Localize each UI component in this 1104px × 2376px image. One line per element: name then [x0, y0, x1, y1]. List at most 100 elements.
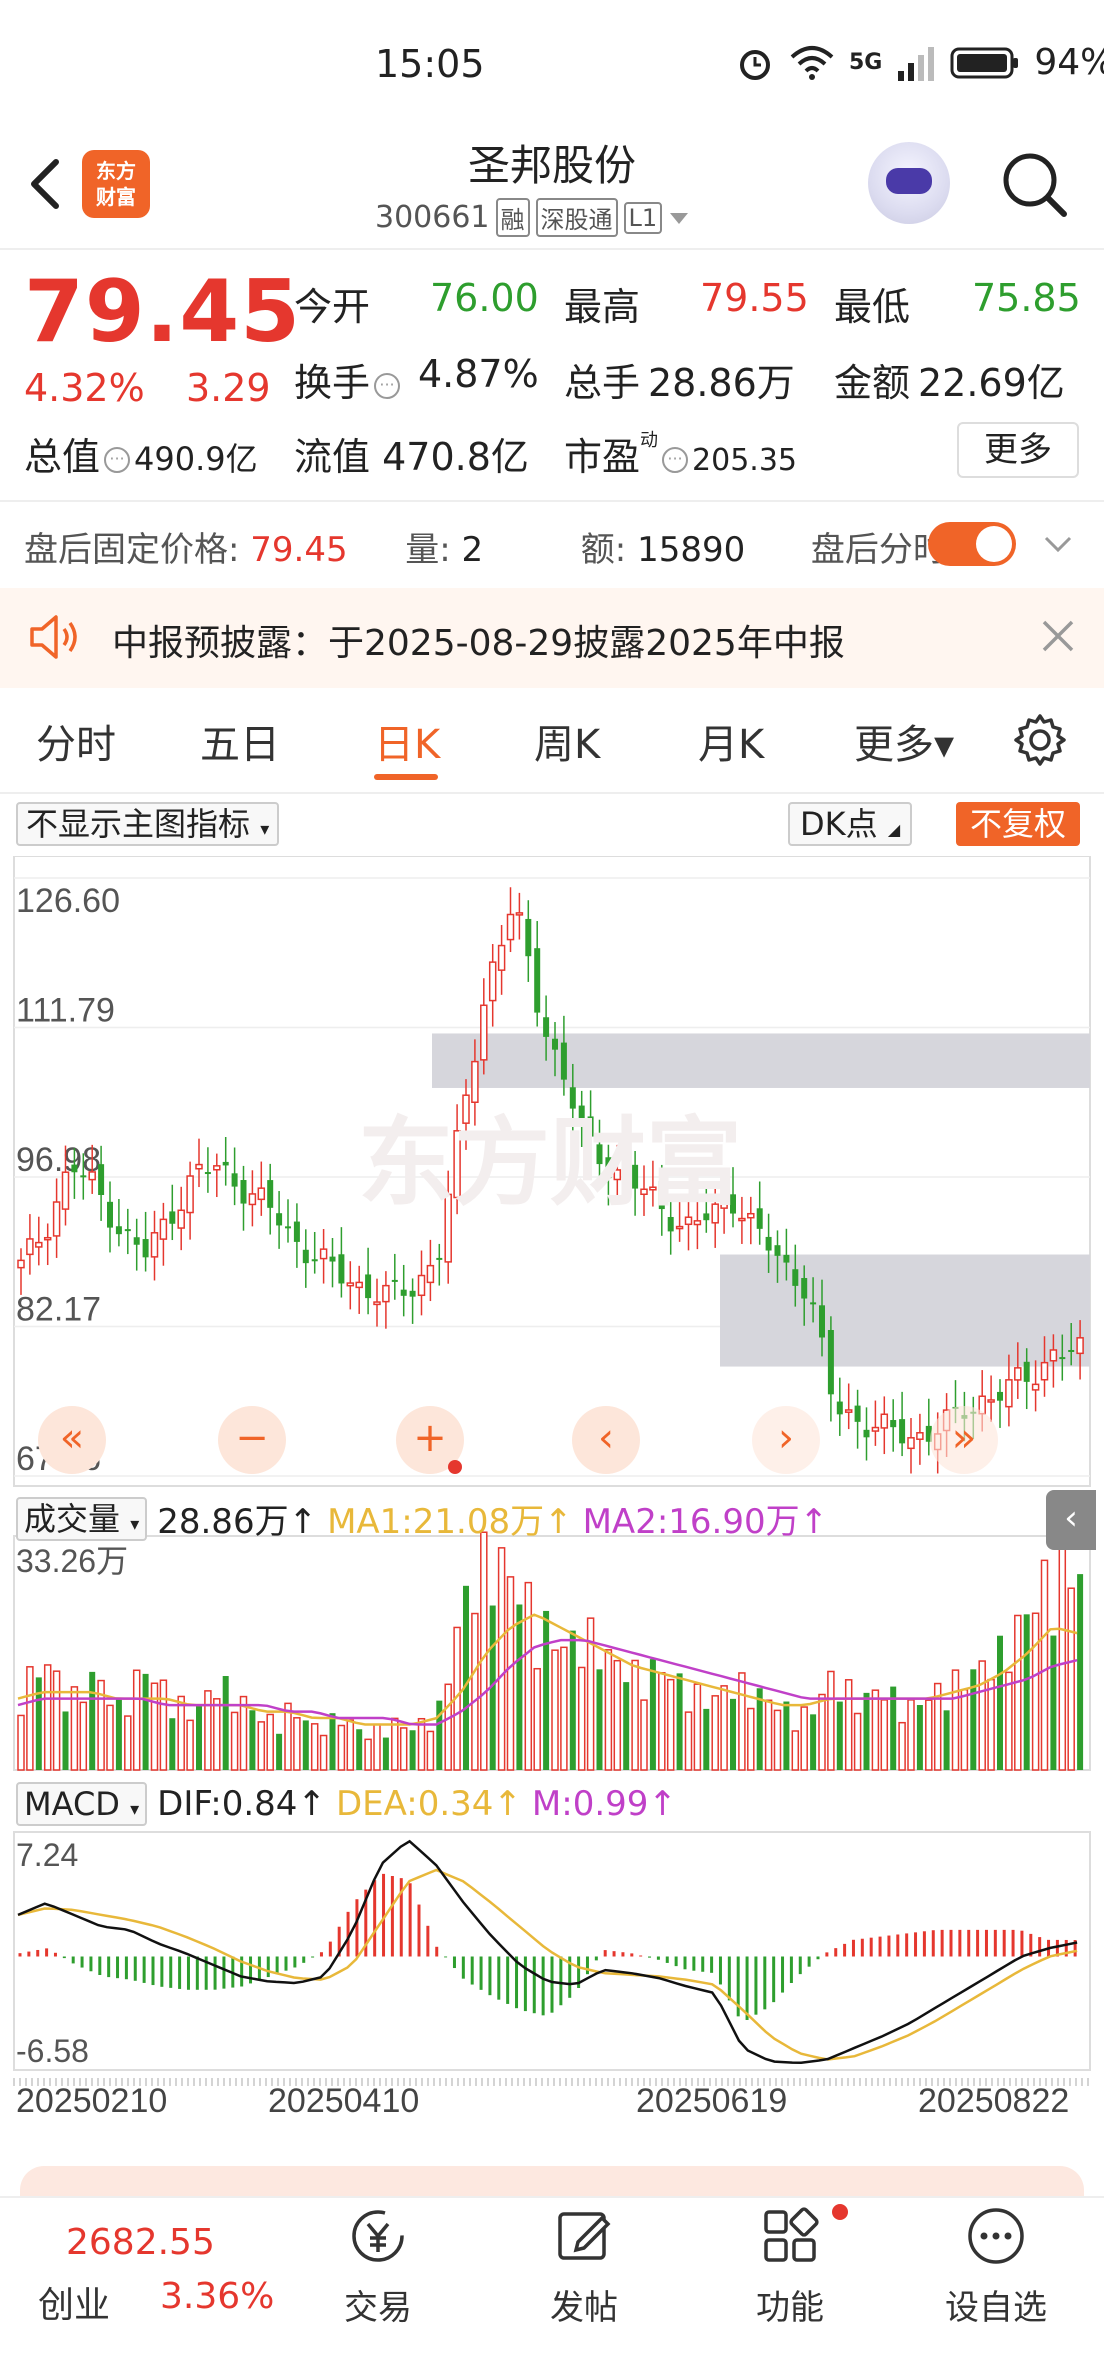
- volume-bar: [159, 1679, 168, 1771]
- macd-y-tick: 7.24: [16, 1837, 78, 1873]
- more-button[interactable]: 更多: [957, 422, 1079, 478]
- volume-bar: [640, 1699, 648, 1771]
- candle-body: [293, 1221, 300, 1242]
- tag-margin: 融: [495, 198, 530, 237]
- macd-indicator-select[interactable]: MACD ▾: [16, 1782, 148, 1826]
- scroll-left-fast-button[interactable]: «: [38, 1406, 106, 1474]
- candle-body: [417, 1274, 426, 1297]
- tab-intraday[interactable]: 分时: [36, 712, 116, 770]
- info-icon[interactable]: ···: [662, 446, 689, 473]
- nav-trade-label: 交易: [344, 2288, 412, 2328]
- volume-chart[interactable]: 33.26万: [13, 1531, 1091, 1771]
- scroll-right-fast-button[interactable]: »: [930, 1406, 998, 1474]
- candle-body: [756, 1208, 763, 1229]
- side-panel-toggle[interactable]: ‹: [1046, 1490, 1096, 1550]
- index-percent[interactable]: 3.36%: [160, 2276, 274, 2317]
- candle-body: [355, 1281, 363, 1289]
- volume-bar: [987, 1678, 995, 1771]
- macd-chart[interactable]: 7.24 -6.58 20250210 20250410 20250619 2025082…: [13, 1831, 1091, 2120]
- search-icon[interactable]: [998, 148, 1070, 220]
- candle-body: [827, 1330, 834, 1395]
- candle-body: [186, 1175, 194, 1214]
- volume-bar: [346, 1719, 355, 1771]
- info-icon[interactable]: ···: [374, 372, 401, 399]
- candle-body: [844, 1409, 853, 1413]
- volume-bar: [142, 1673, 149, 1770]
- macd-m-value: M:0.99: [531, 1784, 649, 1824]
- candle-body: [525, 918, 532, 957]
- high-label: 最高: [564, 285, 641, 329]
- volume-bar: [293, 1717, 301, 1771]
- volume-bar: [257, 1721, 266, 1771]
- candle-body: [285, 1226, 291, 1229]
- adjust-mode-button[interactable]: 不复权: [956, 802, 1081, 846]
- volume-bar: [907, 1699, 915, 1771]
- volume-bar: [783, 1701, 790, 1770]
- nav-trade[interactable]: 交易: [308, 2204, 448, 2329]
- status-time: 15:05: [375, 42, 485, 86]
- scroll-left-button[interactable]: ‹: [572, 1406, 640, 1474]
- volume-bar: [1040, 1559, 1049, 1771]
- candle-body: [488, 961, 497, 1002]
- candle-body: [675, 1225, 684, 1230]
- candle-body: [382, 1284, 390, 1303]
- volume-bar: [764, 1699, 773, 1771]
- volume-bar: [1031, 1612, 1040, 1771]
- candle-body: [195, 1163, 203, 1170]
- candle-body: [997, 1391, 1003, 1401]
- volume-bar: [604, 1649, 613, 1771]
- dk-point-select[interactable]: DK点 ◢: [788, 802, 913, 846]
- volume-bar: [613, 1659, 622, 1771]
- volume-indicator-select[interactable]: 成交量 ▾: [16, 1496, 148, 1541]
- candle-body: [222, 1161, 229, 1166]
- promo-strip[interactable]: [20, 2166, 1084, 2196]
- candle-body: [1023, 1361, 1030, 1382]
- dropdown-arrow-icon: ◢: [887, 820, 901, 839]
- tab-monthly-k[interactable]: 月K: [698, 712, 764, 770]
- volume-bar: [773, 1709, 782, 1771]
- volume-bar: [302, 1720, 309, 1770]
- divider: [0, 500, 1104, 502]
- candle-body: [693, 1220, 702, 1226]
- volume-bar: [730, 1698, 736, 1770]
- macd-m: M:0.99↑: [531, 1784, 677, 1824]
- volume-bar: [204, 1690, 212, 1771]
- volume-bar: [356, 1729, 363, 1770]
- candle-body: [471, 1060, 479, 1104]
- candle-body: [400, 1289, 407, 1296]
- stock-code-row[interactable]: 300661 融 深股通 L1: [375, 198, 690, 237]
- tab-weekly-k[interactable]: 周K: [534, 712, 600, 770]
- network-label: 5G: [849, 50, 883, 75]
- nav-functions[interactable]: 功能: [720, 2204, 860, 2329]
- volume-bar: [560, 1646, 568, 1771]
- index-name[interactable]: 创业: [38, 2276, 110, 2328]
- volume-bar: [970, 1669, 977, 1770]
- macd-header: MACD ▾ DIF:0.84↑ DEA:0.34↑ M:0.99↑: [16, 1782, 677, 1826]
- zoom-out-button[interactable]: −: [218, 1406, 286, 1474]
- alarm-icon: [740, 49, 770, 80]
- nav-post[interactable]: 发帖: [514, 2204, 654, 2329]
- volume-bar: [230, 1711, 239, 1771]
- volume-bar: [276, 1733, 283, 1770]
- chevron-down-icon[interactable]: [1042, 528, 1074, 560]
- info-icon[interactable]: ···: [104, 446, 131, 473]
- close-icon[interactable]: [1040, 618, 1076, 654]
- nav-add-watchlist[interactable]: 设自选: [926, 2204, 1066, 2329]
- volume-ma1-value: MA1:21.08万: [327, 1502, 545, 1542]
- tab-more[interactable]: 更多▾: [854, 712, 954, 770]
- macd-dea-line: [17, 1868, 1078, 2061]
- main-indicator-select[interactable]: 不显示主图指标 ▾: [16, 802, 280, 846]
- index-value[interactable]: 2682.55: [66, 2222, 215, 2263]
- volume-bar: [471, 1612, 479, 1771]
- x-axis-date-label: 20250410: [268, 2082, 419, 2120]
- candle-body: [338, 1254, 345, 1284]
- tab-five-day[interactable]: 五日: [200, 712, 280, 770]
- after-amt-value: 15890: [637, 530, 746, 570]
- more-circle-icon: [968, 2208, 1024, 2264]
- tab-daily-k[interactable]: 日K: [374, 712, 440, 770]
- scroll-right-button[interactable]: ›: [752, 1406, 820, 1474]
- gear-icon[interactable]: [1012, 712, 1068, 768]
- volume-bar: [186, 1719, 194, 1771]
- candle-body: [80, 1175, 87, 1178]
- active-tab-indicator: [374, 774, 438, 780]
